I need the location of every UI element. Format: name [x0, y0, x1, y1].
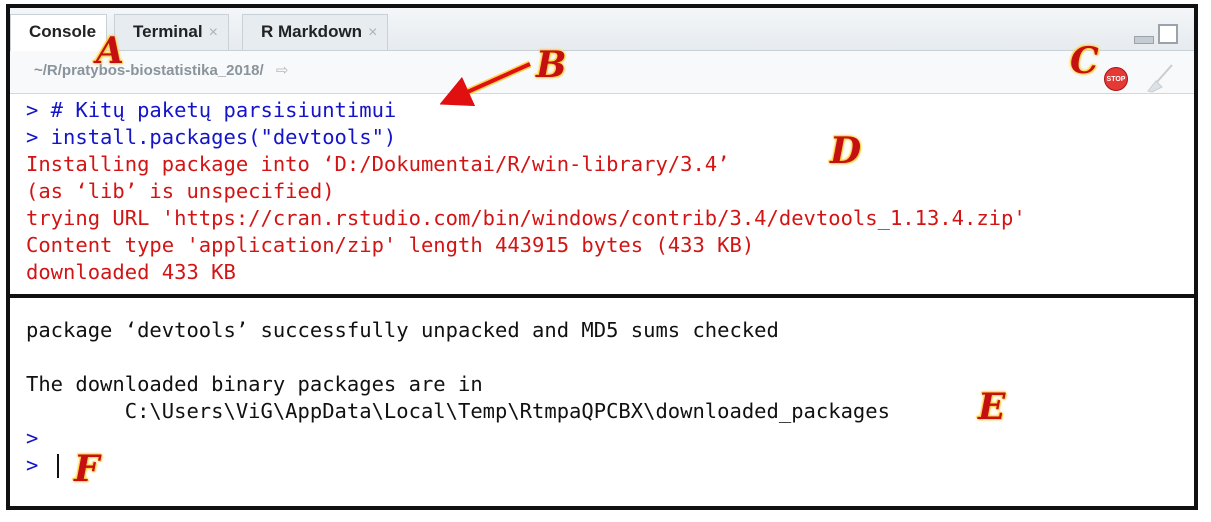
- working-directory-label: ~/R/pratybos-biostatistika_2018/: [34, 62, 264, 79]
- go-to-directory-icon[interactable]: ⇨: [276, 61, 289, 79]
- tab-console[interactable]: Console: [10, 14, 108, 51]
- tab-console-label: Console: [29, 22, 97, 41]
- tab-bar: Console Terminal × R Markdown ×: [10, 8, 1194, 51]
- divider: [10, 294, 1194, 298]
- console-line: Content type 'application/zip' length 44…: [26, 233, 755, 257]
- prompt-symbol: >: [26, 453, 51, 477]
- console-line: package ‘devtools’ successfully unpacked…: [26, 318, 779, 342]
- console-output[interactable]: > # Kitų paketų parsisiuntimui > install…: [10, 94, 1194, 506]
- path-bar: ~/R/pratybos-biostatistika_2018/ ⇨ STOP: [10, 51, 1194, 94]
- stop-icon[interactable]: STOP: [1104, 67, 1128, 91]
- close-icon[interactable]: ×: [368, 24, 377, 41]
- console-line: C:\Users\ViG\AppData\Local\Temp\RtmpaQPC…: [26, 399, 890, 423]
- console-line: downloaded 433 KB: [26, 260, 236, 284]
- console-line: > install.packages("devtools"): [26, 125, 397, 149]
- working-directory: ~/R/pratybos-biostatistika_2018/ ⇨: [34, 61, 288, 79]
- annotation-e: E: [978, 386, 1006, 428]
- annotation-a: A: [96, 30, 124, 72]
- tab-rmarkdown[interactable]: R Markdown ×: [242, 14, 389, 50]
- console-line: The downloaded binary packages are in: [26, 372, 483, 396]
- close-icon[interactable]: ×: [209, 24, 218, 41]
- annotation-c: C: [1070, 40, 1099, 82]
- console-line: > # Kitų paketų parsisiuntimui: [26, 98, 397, 122]
- annotation-d: D: [830, 130, 862, 172]
- tab-rmarkdown-label: R Markdown: [261, 22, 363, 41]
- console-pane: Console Terminal × R Markdown × ~/R/pratyb…: [6, 4, 1198, 510]
- console-line: trying URL 'https://cran.rstudio.com/bin…: [26, 206, 1026, 230]
- console-line: (as ‘lib’ is unspecified): [26, 179, 335, 203]
- maximize-icon[interactable]: [1158, 24, 1178, 44]
- minimize-icon[interactable]: [1134, 36, 1154, 44]
- console-line: >: [26, 426, 39, 450]
- console-prompt[interactable]: >: [26, 453, 59, 478]
- text-cursor: [56, 454, 59, 478]
- annotation-f: F: [74, 448, 100, 490]
- tab-terminal-label: Terminal: [133, 22, 203, 41]
- annotation-arrow-icon: [440, 60, 532, 106]
- tab-terminal[interactable]: Terminal ×: [114, 14, 229, 50]
- annotation-b: B: [536, 44, 567, 86]
- broom-icon[interactable]: [1142, 63, 1176, 93]
- console-line: Installing package into ‘D:/Dokumentai/R…: [26, 152, 730, 176]
